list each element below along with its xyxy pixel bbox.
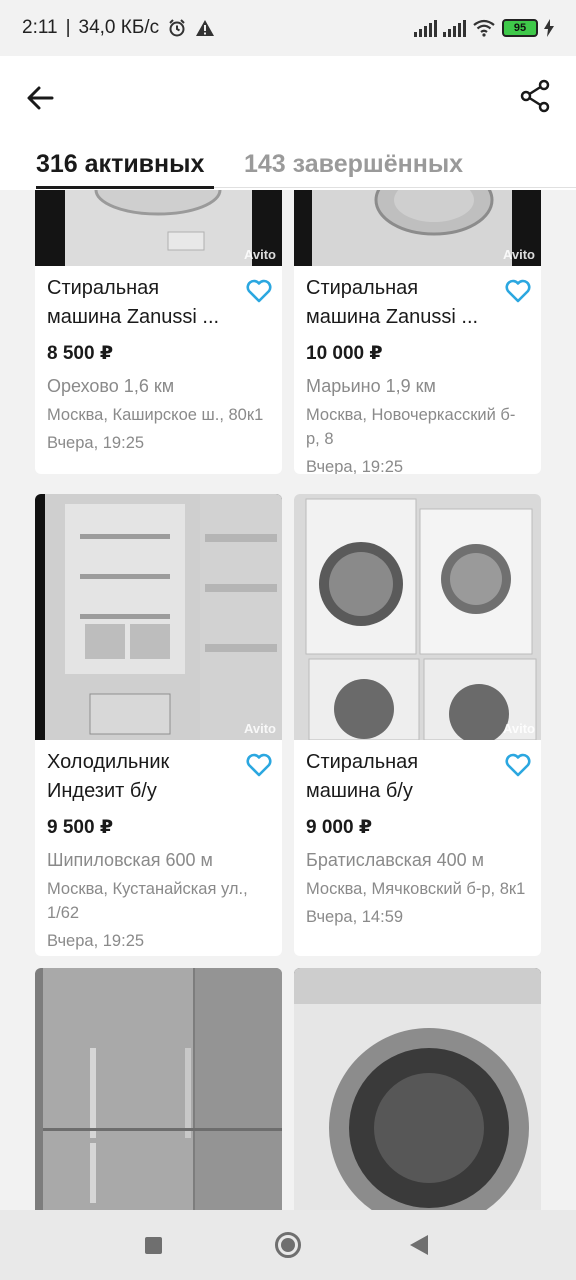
listing-card[interactable]: Avito Холодильник Индезит б/у 9 500 ₽ Ши… <box>35 494 282 956</box>
listing-card[interactable]: Avito Стиральная машина Zanussi ... 8 50… <box>35 190 282 474</box>
recents-button[interactable] <box>145 1237 162 1254</box>
heart-outline-icon <box>505 279 531 303</box>
warning-icon <box>196 20 215 36</box>
listing-photo: Avito <box>294 494 541 740</box>
heart-outline-icon <box>246 279 272 303</box>
charging-icon <box>544 19 554 37</box>
status-time: 2:11 <box>22 17 58 38</box>
listing-date: Вчера, 14:59 <box>306 908 404 926</box>
listing-card[interactable]: Avito <box>35 968 282 1210</box>
favorite-button[interactable] <box>244 276 274 306</box>
listing-date: Вчера, 19:25 <box>47 932 145 950</box>
status-right: 95 <box>414 19 554 37</box>
alarm-icon <box>169 19 185 37</box>
listing-photo: Avito <box>294 968 541 1210</box>
listing-card[interactable]: Avito Стиральная машина Zanussi ... 10 0… <box>294 190 541 474</box>
listing-photo: Avito <box>294 190 541 266</box>
battery-icon: 95 <box>502 19 538 37</box>
listing-title[interactable]: Стиральная машина б/у <box>306 748 496 806</box>
listing-metro: Марьино 1,9 км <box>306 376 436 396</box>
tabs-bar: 316 активных 143 завершённых <box>0 136 576 190</box>
share-icon <box>520 79 550 113</box>
listing-photo: Avito <box>35 190 282 266</box>
listing-metro: Братиславская 400 м <box>306 850 485 870</box>
battery-level: 95 <box>513 22 527 34</box>
listing-address: Москва, Каширское ш., 80к1 <box>47 406 264 424</box>
listing-address: Москва, Мячковский б-р, 8к1 <box>306 880 526 898</box>
status-bar: 2:11 | 34,0 КБ/с 95 <box>0 0 576 56</box>
system-back-button[interactable] <box>410 1235 428 1255</box>
listing-price: 9 500 ₽ <box>47 817 114 838</box>
active-tab-indicator <box>36 186 214 189</box>
tab-active[interactable]: 316 активных <box>36 150 204 179</box>
favorite-button[interactable] <box>503 750 533 780</box>
avito-watermark: Avito <box>243 721 276 736</box>
listing-date: Вчера, 19:25 <box>47 434 145 452</box>
back-button[interactable] <box>22 78 62 118</box>
listing-title[interactable]: Холодильник Индезит б/у <box>47 748 237 806</box>
status-network-speed: 34,0 КБ/с <box>78 17 160 38</box>
listing-card[interactable]: Avito <box>294 968 541 1210</box>
tabs-divider <box>214 187 576 188</box>
tab-completed[interactable]: 143 завершённых <box>244 150 463 179</box>
avito-watermark: Avito <box>502 247 535 262</box>
listing-date: Вчера, 19:25 <box>306 458 404 474</box>
listing-metro: Орехово 1,6 км <box>47 376 175 396</box>
listing-title[interactable]: Стиральная машина Zanussi ... <box>47 274 237 332</box>
avito-watermark: Avito <box>502 721 535 736</box>
heart-outline-icon <box>505 753 531 777</box>
share-button[interactable] <box>516 76 556 116</box>
listing-photo: Avito <box>35 494 282 740</box>
listing-title[interactable]: Стиральная машина Zanussi ... <box>306 274 496 332</box>
listing-photo: Avito <box>35 968 282 1210</box>
listing-price: 9 000 ₽ <box>306 817 373 838</box>
system-nav-bar <box>0 1210 576 1280</box>
status-left: 2:11 | 34,0 КБ/с <box>22 17 215 39</box>
heart-outline-icon <box>246 753 272 777</box>
signal-2-icon <box>443 19 466 37</box>
favorite-button[interactable] <box>244 750 274 780</box>
avito-watermark: Avito <box>243 247 276 262</box>
signal-1-icon <box>414 19 437 37</box>
listing-price: 10 000 ₽ <box>306 343 383 364</box>
wifi-icon <box>473 19 495 37</box>
listings-feed[interactable]: Avito Стиральная машина Zanussi ... 8 50… <box>0 190 576 1210</box>
listing-card[interactable]: Avito Стиральная машина б/у 9 000 ₽ Брат… <box>294 494 541 956</box>
status-separator: | <box>65 17 71 38</box>
top-app-bar <box>0 56 576 136</box>
listing-metro: Шипиловская 600 м <box>47 850 213 870</box>
listing-address: Москва, Новочеркасский б-р, 8 <box>306 406 516 448</box>
favorite-button[interactable] <box>503 276 533 306</box>
listing-address: Москва, Кустанайская ул., 1/62 <box>47 880 248 922</box>
listing-price: 8 500 ₽ <box>47 343 114 364</box>
arrow-left-icon <box>27 86 54 110</box>
home-button[interactable] <box>275 1232 301 1258</box>
